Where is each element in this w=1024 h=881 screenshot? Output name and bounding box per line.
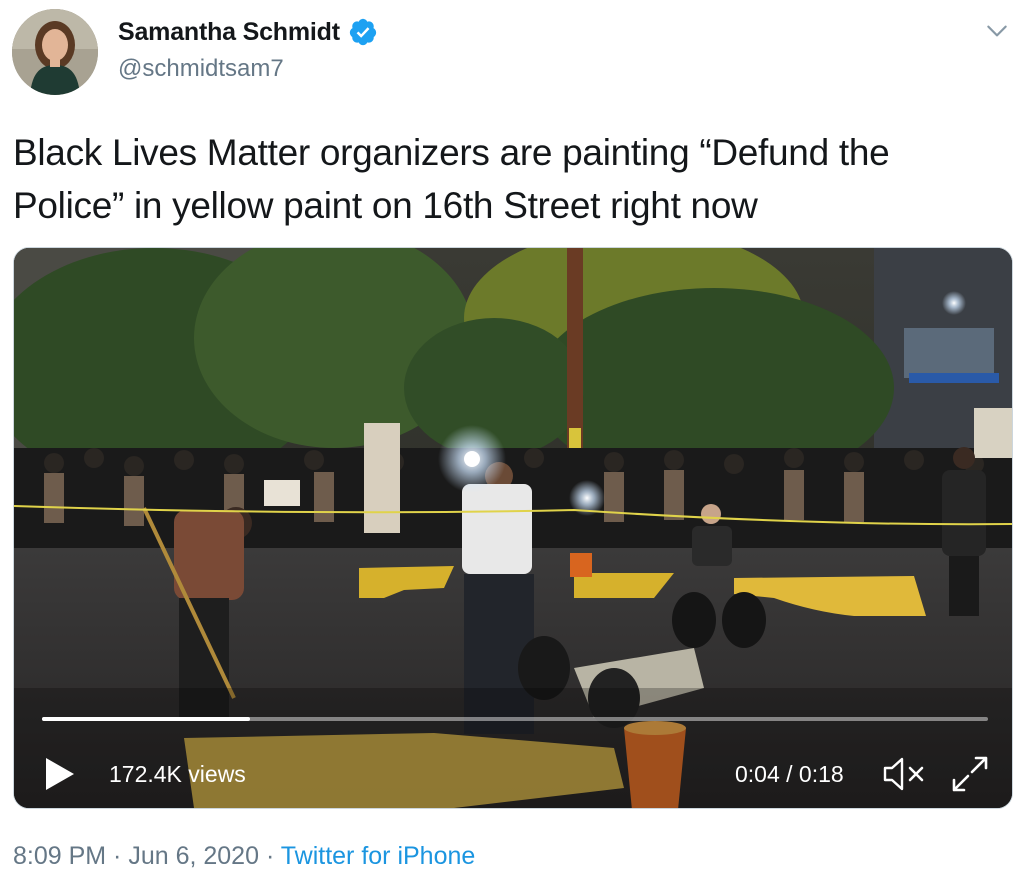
tweet-date[interactable]: Jun 6, 2020 [128, 842, 259, 870]
view-count: 172.4K views [109, 761, 246, 787]
tweet-card: Samantha Schmidt @schmidtsam7 Black Live… [0, 0, 1024, 881]
display-name[interactable]: Samantha Schmidt [118, 18, 340, 47]
video-player[interactable]: 172.4K views 0:04 / 0:18 [13, 247, 1013, 809]
meta-separator: · [106, 842, 129, 870]
fullscreen-icon[interactable] [950, 754, 990, 794]
muted-speaker-icon[interactable] [882, 756, 930, 792]
author-name-row[interactable]: Samantha Schmidt [118, 17, 378, 47]
video-progress-bar[interactable] [42, 717, 988, 721]
user-handle[interactable]: @schmidtsam7 [118, 55, 284, 83]
avatar-image [12, 9, 98, 95]
chevron-down-icon[interactable] [984, 18, 1010, 44]
tweet-source-link[interactable]: Twitter for iPhone [281, 842, 476, 870]
video-time: 0:04 / 0:18 [735, 761, 844, 787]
tweet-meta: 8:09 PM · Jun 6, 2020 · Twitter for iPho… [13, 842, 475, 871]
tweet-text: Black Lives Matter organizers are painti… [13, 132, 890, 226]
avatar[interactable] [12, 9, 98, 95]
video-progress-fill [42, 717, 251, 721]
tweet-time[interactable]: 8:09 PM [13, 842, 106, 870]
video-frame [14, 248, 1012, 808]
meta-separator: · [259, 842, 281, 870]
play-icon[interactable] [44, 756, 76, 792]
verified-badge-icon [349, 18, 376, 46]
